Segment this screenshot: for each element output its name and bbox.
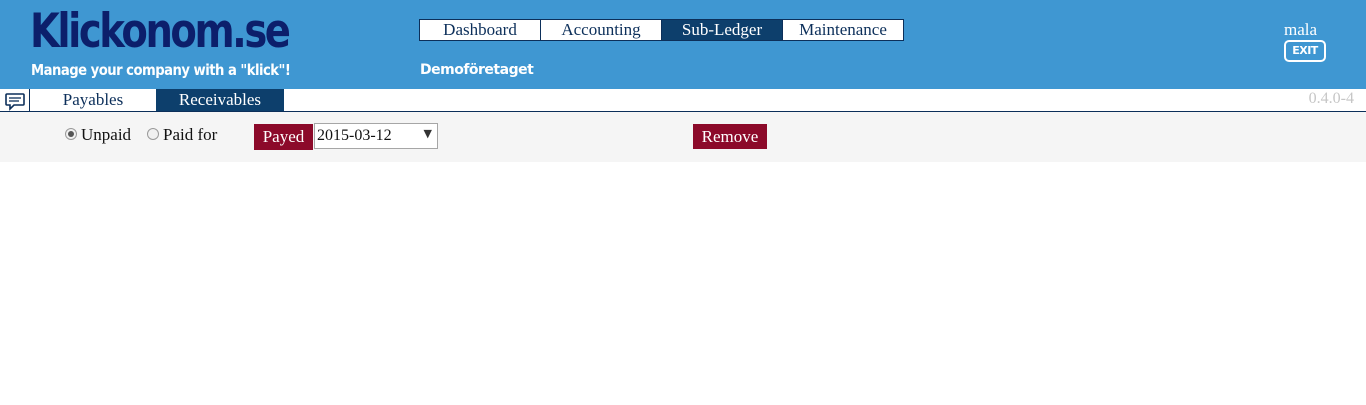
brand-tagline: Manage your company with a "klick"! [31, 61, 291, 79]
app-header: Klickonom.se Manage your company with a … [0, 0, 1366, 89]
filter-bar: Unpaid Paid for Payed 2015-03-12 ▼ Remov… [0, 112, 1366, 162]
paid-for-radio[interactable] [147, 128, 159, 140]
brand-logo[interactable]: Klickonom.se [30, 4, 291, 60]
payment-date-select[interactable]: 2015-03-12 ▼ [314, 123, 438, 149]
chat-bubble-icon[interactable] [4, 92, 26, 111]
payment-date-value: 2015-03-12 [317, 127, 392, 144]
unpaid-radio[interactable] [65, 128, 77, 140]
tab-receivables[interactable]: Receivables [156, 89, 284, 111]
tab-dashboard[interactable]: Dashboard [420, 20, 541, 40]
unpaid-label[interactable]: Unpaid [81, 125, 131, 145]
main-nav: Dashboard Accounting Sub-Ledger Maintena… [419, 19, 904, 41]
exit-button[interactable]: EXIT [1284, 40, 1326, 62]
payed-button[interactable]: Payed [254, 124, 313, 150]
sub-nav-bar: Payables Receivables 0.4.0-4 [0, 89, 1366, 112]
version-label: 0.4.0-4 [1308, 90, 1354, 107]
paid-for-label[interactable]: Paid for [163, 125, 217, 145]
dropdown-arrow-icon: ▼ [423, 127, 432, 140]
remove-button[interactable]: Remove [693, 124, 767, 149]
tab-sub-ledger[interactable]: Sub-Ledger [662, 20, 783, 40]
tab-maintenance[interactable]: Maintenance [783, 20, 903, 40]
tab-payables[interactable]: Payables [30, 89, 156, 111]
tab-accounting[interactable]: Accounting [541, 20, 662, 40]
company-name: Demoföretaget [420, 62, 534, 78]
username: mala [1284, 20, 1318, 39]
